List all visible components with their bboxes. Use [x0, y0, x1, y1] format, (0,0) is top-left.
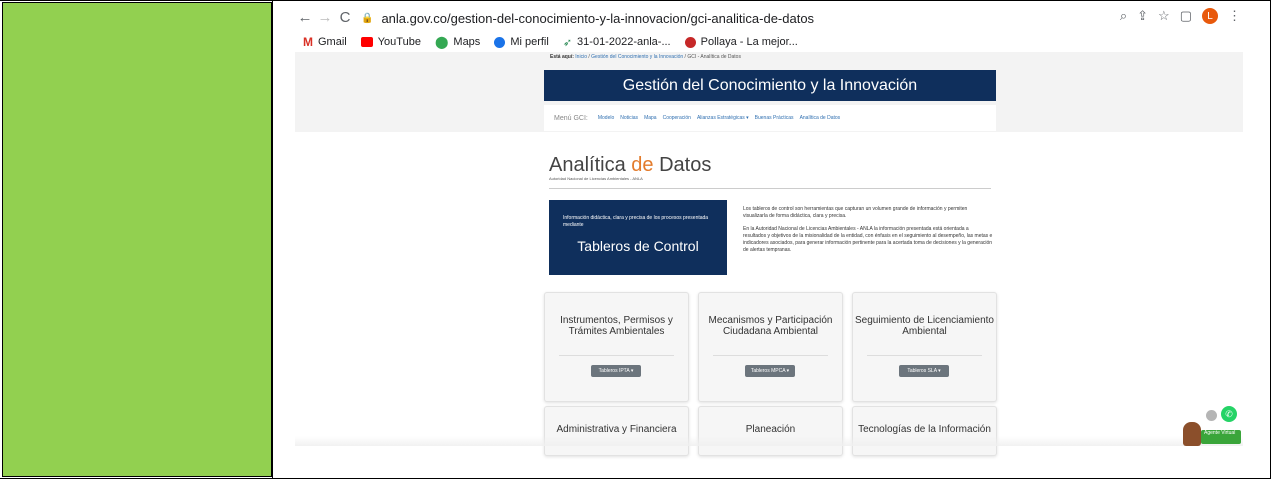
bookmark-anla[interactable]: ➶ 31-01-2022-anla-...: [563, 36, 671, 49]
page-subtitle: Autoridad Nacional de Licencias Ambienta…: [549, 176, 643, 181]
toolbar-icons: ⌕ ⇪ ☆ ▢ L ⋮: [1120, 8, 1241, 24]
tableros-sla-button[interactable]: Tableros SLA ▾: [899, 365, 949, 377]
card-divider: [559, 355, 674, 356]
card-sla: Seguimiento de Licenciamiento Ambiental …: [852, 292, 997, 402]
browser-window: ← → C 🔒 anla.gov.co/gestion-del-conocimi…: [295, 2, 1243, 456]
frame-top-border: [0, 0, 1271, 1]
youtube-icon: [360, 37, 373, 47]
card-mpca: Mecanismos y Participación Ciudadana Amb…: [698, 292, 843, 402]
menu-item-mapa[interactable]: Mapa: [644, 115, 657, 121]
section-banner: Gestión del Conocimiento y la Innovación: [544, 70, 996, 101]
maps-pin-icon: ⬤: [434, 35, 449, 49]
breadcrumb-inicio[interactable]: Inicio: [575, 54, 587, 60]
anla-leaf-icon: ➶: [562, 36, 573, 49]
breadcrumb: Está aquí: Inicio / Gestión del Conocimi…: [550, 54, 741, 60]
menu-item-cooperacion[interactable]: Cooperación: [663, 115, 691, 121]
card-title: Tecnologías de la Información: [858, 424, 991, 435]
card-planeacion[interactable]: Planeación: [698, 406, 843, 456]
pollaya-icon: [684, 36, 696, 48]
perfil-icon: [494, 36, 506, 48]
bookmark-pollaya[interactable]: Pollaya - La mejor...: [684, 36, 798, 48]
close-chat-icon[interactable]: [1206, 410, 1217, 421]
tableros-ipta-button[interactable]: Tableros IPTA ▾: [591, 365, 641, 377]
bottom-fade: [295, 436, 1243, 446]
zoom-icon[interactable]: ⌕: [1120, 8, 1127, 24]
menu-item-alianzas[interactable]: Alianzas Estratégicas ▾: [697, 115, 749, 121]
description-paragraph-1: Los tableros de control son herramientas…: [743, 206, 968, 219]
whatsapp-icon[interactable]: ✆: [1221, 406, 1237, 422]
forward-arrow-icon[interactable]: →: [315, 7, 335, 27]
web-page: Está aquí: Inicio / Gestión del Conocimi…: [295, 52, 1243, 456]
card-title: Mecanismos y Participación Ciudadana Amb…: [708, 315, 833, 337]
menu-label: Menú GCI:: [554, 114, 588, 122]
bookmark-maps[interactable]: ⬤ Maps: [435, 35, 480, 49]
bookmark-gmail[interactable]: M Gmail: [303, 35, 347, 49]
gci-menu: Menú GCI: Modelo Noticias Mapa Cooperaci…: [544, 105, 996, 131]
card-divider: [867, 355, 982, 356]
gmail-icon: M: [303, 35, 313, 49]
menu-item-analitica[interactable]: Analítica de Datos: [800, 115, 841, 121]
card-divider: [713, 355, 828, 356]
card-title: Planeación: [745, 424, 796, 435]
reload-icon[interactable]: C: [335, 7, 355, 27]
menu-item-buenas-practicas[interactable]: Buenas Prácticas: [755, 115, 794, 121]
agent-label: Agente Virtual: [1201, 430, 1241, 444]
agent-avatar: [1183, 422, 1201, 446]
card-ipta: Instrumentos, Permisos y Trámites Ambien…: [544, 292, 689, 402]
dashboards-heading: Tableros de Control: [577, 238, 699, 254]
lock-icon: 🔒: [361, 12, 374, 24]
card-title: Instrumentos, Permisos y Trámites Ambien…: [560, 315, 673, 337]
green-side-panel: [2, 2, 272, 477]
breadcrumb-section[interactable]: Gestión del Conocimiento y la Innovación: [591, 54, 683, 60]
side-panel-icon[interactable]: ▢: [1180, 8, 1192, 24]
screenshot-frame: ← → C 🔒 anla.gov.co/gestion-del-conocimi…: [0, 0, 1271, 479]
share-icon[interactable]: ⇪: [1137, 8, 1148, 24]
title-divider: [549, 188, 991, 189]
address-bar[interactable]: 🔒 anla.gov.co/gestion-del-conocimiento-y…: [361, 8, 1201, 28]
url-text: anla.gov.co/gestion-del-conocimiento-y-l…: [381, 10, 815, 26]
description-paragraph-2: En la Autoridad Nacional de Licencias Am…: [743, 226, 993, 253]
column-divider: [272, 0, 273, 479]
virtual-agent-widget[interactable]: Agente Virtual: [1183, 422, 1241, 446]
breadcrumb-current: GCI - Analítica de Datos: [687, 54, 741, 60]
card-title: Seguimiento de Licenciamiento Ambiental: [855, 315, 994, 337]
back-arrow-icon[interactable]: ←: [295, 7, 315, 27]
dashboards-intro-box: Información didáctica, clara y precisa d…: [549, 200, 727, 275]
card-administrativa[interactable]: Administrativa y Financiera: [544, 406, 689, 456]
menu-item-modelo[interactable]: Modelo: [598, 115, 614, 121]
card-tecnologias[interactable]: Tecnologías de la Información: [852, 406, 997, 456]
bookmarks-bar: M Gmail YouTube ⬤ Maps Mi perfil ➶ 31-01-20…: [303, 32, 798, 52]
dashboards-intro-text: Información didáctica, clara y precisa d…: [563, 215, 709, 228]
bookmark-youtube[interactable]: YouTube: [360, 36, 421, 48]
page-title: Analítica de Datos: [549, 154, 712, 176]
menu-item-noticias[interactable]: Noticias: [620, 115, 638, 121]
kebab-menu-icon[interactable]: ⋮: [1228, 8, 1241, 24]
card-title: Administrativa y Financiera: [556, 424, 677, 435]
star-icon[interactable]: ☆: [1158, 8, 1170, 24]
tableros-mpca-button[interactable]: Tableros MPCA ▾: [745, 365, 795, 377]
browser-toolbar: ← → C 🔒 anla.gov.co/gestion-del-conocimi…: [295, 2, 1243, 32]
bookmark-mi-perfil[interactable]: Mi perfil: [494, 36, 549, 48]
dashboards-description: Los tableros de control son herramientas…: [743, 206, 993, 260]
profile-avatar[interactable]: L: [1202, 8, 1218, 24]
